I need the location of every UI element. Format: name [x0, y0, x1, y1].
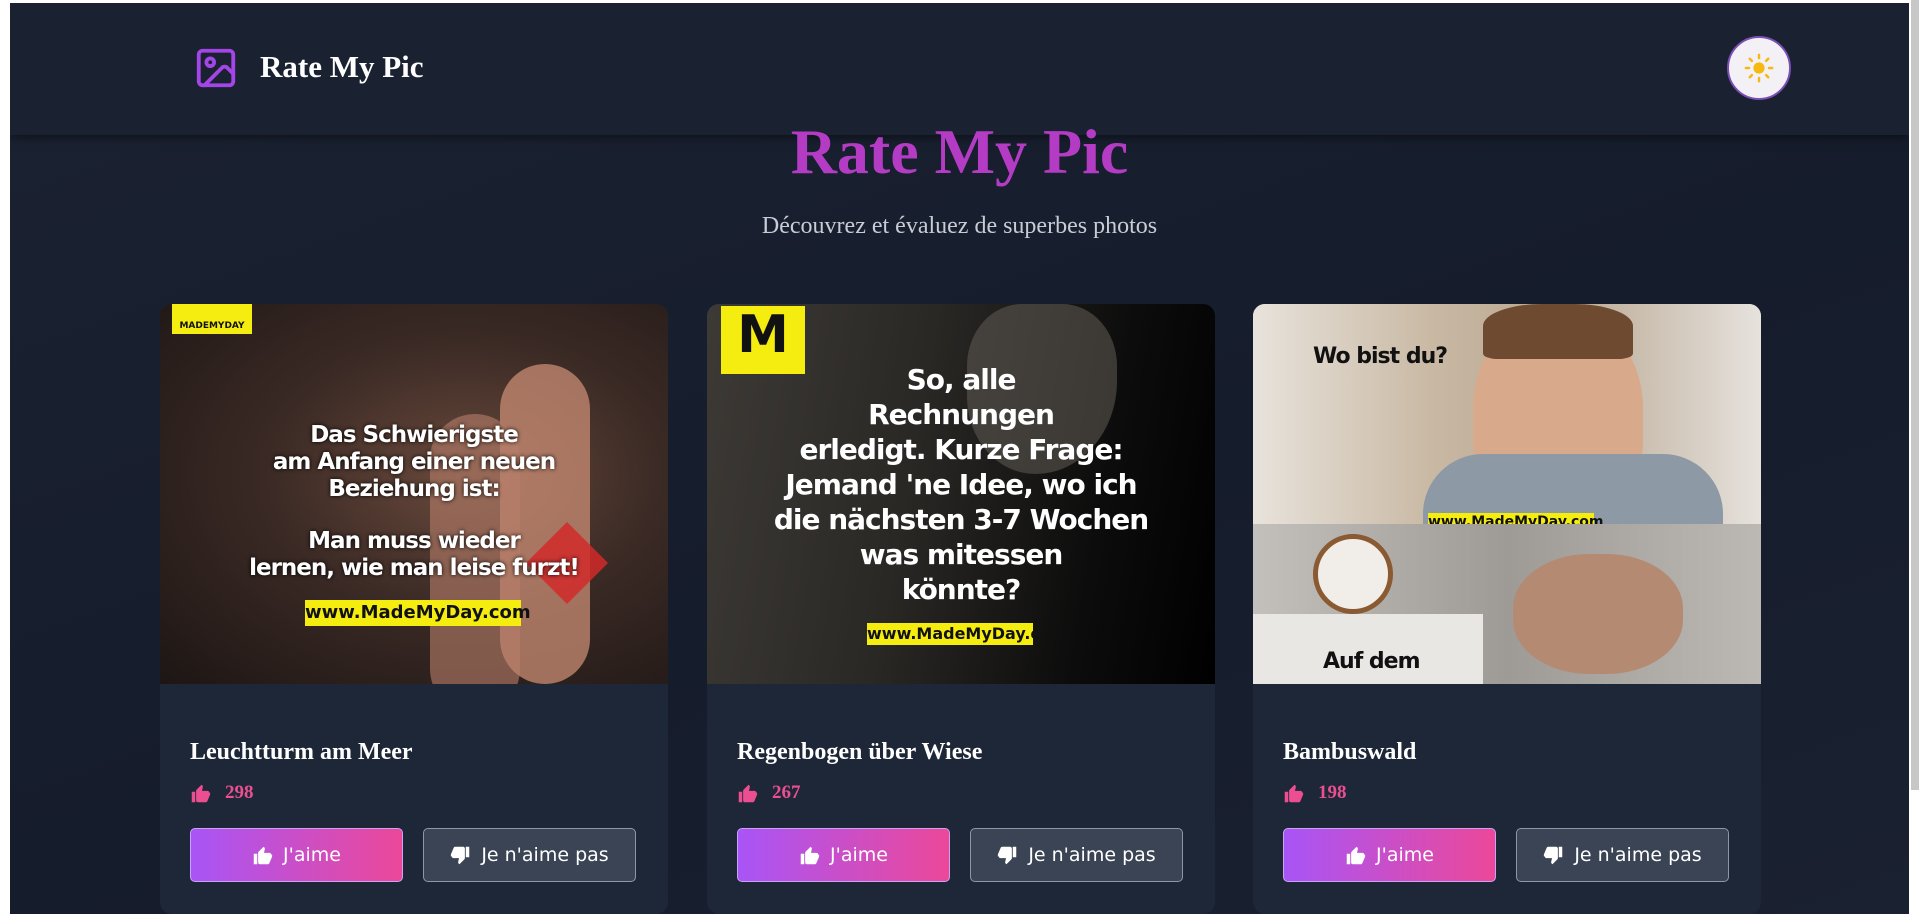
image-caption-line: Das Schwierigste	[310, 422, 519, 448]
photo-card: Wo bist du? www.MadeMyDay.com Auf dem Ba…	[1253, 304, 1761, 914]
image-top-text: Wo bist du?	[1313, 344, 1448, 369]
image-caption-line: erledigt. Kurze Frage:	[799, 433, 1123, 466]
like-button[interactable]: J'aime	[737, 828, 950, 882]
image-bottom-text: Auf dem	[1323, 649, 1421, 674]
thumbs-up-icon	[253, 846, 273, 864]
thumbs-down-icon	[998, 846, 1017, 864]
thumbs-up-icon	[800, 846, 820, 864]
image-caption-line: Beziehung ist:	[328, 476, 500, 502]
image-caption-line: am Anfang einer neuen	[272, 449, 556, 475]
image-url-tag: www.MadeMyDay.cc	[867, 623, 1050, 645]
like-button[interactable]: J'aime	[190, 828, 403, 882]
photo-image[interactable]: MADEMYDAY Das Schwierigste am Anfang ein…	[160, 304, 668, 684]
image-url-tag: www.MadeMyDay.com	[305, 600, 531, 626]
image-caption-line: Rechnungen	[868, 398, 1055, 431]
brand-logo: MADEMYDAY	[172, 304, 252, 334]
thumbs-up-icon	[191, 784, 211, 802]
like-button-label: J'aime	[283, 844, 341, 866]
like-count-value: 267	[772, 782, 801, 803]
dislike-button-label: Je n'aime pas	[1028, 844, 1156, 866]
card-title: Regenbogen über Wiese	[737, 739, 983, 765]
image-caption-line: So, alle	[906, 363, 1017, 396]
image-caption-line: könnte?	[901, 573, 1022, 606]
logo-text[interactable]: Rate My Pic	[260, 49, 424, 85]
like-button-label: J'aime	[830, 844, 888, 866]
image-icon[interactable]	[193, 45, 239, 91]
like-count: 198	[1283, 782, 1347, 804]
dislike-button[interactable]: Je n'aime pas	[1516, 828, 1729, 882]
like-count-value: 198	[1318, 782, 1347, 803]
thumbs-down-icon	[451, 846, 470, 864]
sun-icon	[1744, 53, 1774, 83]
like-count: 298	[190, 782, 254, 804]
card-title: Bambuswald	[1283, 739, 1417, 765]
page: Rate My Pic Rate My Pic Découvrez et éva…	[10, 3, 1909, 914]
photo-card: M So, alle Rechnungen erledigt. Kurze Fr…	[707, 304, 1215, 914]
image-caption-line: Man muss wieder	[308, 528, 521, 554]
like-count: 267	[737, 782, 801, 804]
card-title: Leuchtturm am Meer	[190, 739, 413, 765]
like-button-label: J'aime	[1376, 844, 1434, 866]
photo-image[interactable]: Wo bist du? www.MadeMyDay.com Auf dem	[1253, 304, 1761, 684]
image-caption-line: Jemand 'ne Idee, wo ich	[785, 468, 1137, 501]
page-title: Rate My Pic	[790, 116, 1129, 187]
thumbs-up-icon	[1346, 846, 1366, 864]
dislike-button[interactable]: Je n'aime pas	[423, 828, 636, 882]
dislike-button[interactable]: Je n'aime pas	[970, 828, 1183, 882]
like-button[interactable]: J'aime	[1283, 828, 1496, 882]
thumbs-down-icon	[1544, 846, 1563, 864]
photo-image[interactable]: M So, alle Rechnungen erledigt. Kurze Fr…	[707, 304, 1215, 684]
thumbs-up-icon	[1284, 784, 1304, 802]
page-subtitle: Découvrez et évaluez de superbes photos	[761, 213, 1158, 239]
image-caption-line: die nächsten 3-7 Wochen	[773, 503, 1149, 536]
dislike-button-label: Je n'aime pas	[481, 844, 609, 866]
dislike-button-label: Je n'aime pas	[1574, 844, 1702, 866]
image-caption-line: lernen, wie man leise furzt!	[249, 555, 580, 581]
photo-card: MADEMYDAY Das Schwierigste am Anfang ein…	[160, 304, 668, 914]
theme-toggle-button[interactable]	[1727, 36, 1791, 100]
image-caption-line: was mitessen	[859, 538, 1064, 571]
like-count-value: 298	[225, 782, 254, 803]
scrollbar[interactable]	[1911, 0, 1919, 790]
thumbs-up-icon	[738, 784, 758, 802]
